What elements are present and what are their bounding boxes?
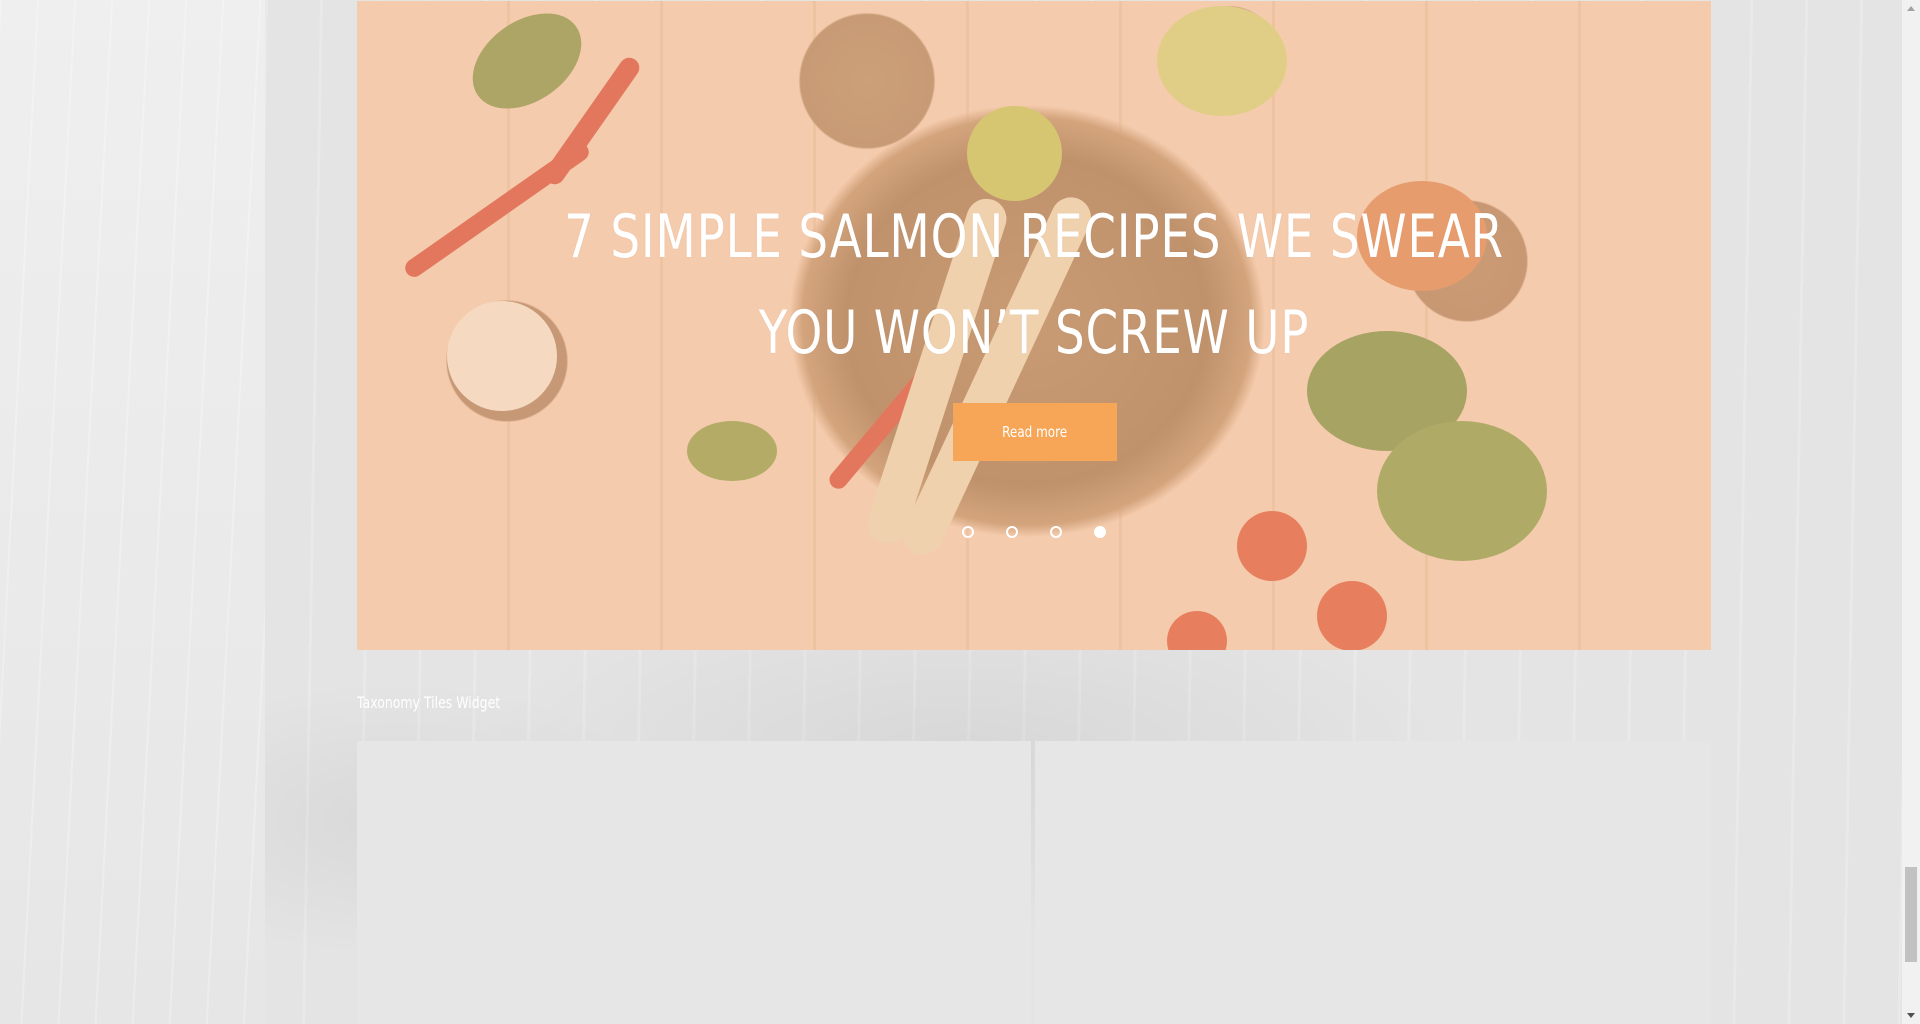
scroll-up-arrow-icon[interactable] (1907, 6, 1915, 11)
slider-dot-4[interactable] (1094, 526, 1106, 538)
taxonomy-tiles (357, 741, 1711, 1024)
read-more-button[interactable]: Read more (953, 403, 1117, 461)
slider-pagination (357, 526, 1711, 538)
hero-slider: 7 SIMPLE SALMON RECIPES WE SWEAR YOU WON… (357, 1, 1711, 650)
vertical-scrollbar[interactable] (1902, 0, 1920, 1024)
slider-dot-2[interactable] (1006, 526, 1018, 538)
slide-title: 7 SIMPLE SALMON RECIPES WE SWEAR YOU WON… (564, 202, 1504, 368)
taxonomy-tile[interactable] (357, 741, 1031, 1024)
taxonomy-tile[interactable] (1035, 741, 1711, 1024)
slider-dot-3[interactable] (1050, 526, 1062, 538)
scroll-down-arrow-icon[interactable] (1907, 1013, 1915, 1018)
read-more-label: Read more (1002, 423, 1068, 441)
slider-dot-1[interactable] (962, 526, 974, 538)
scrollbar-thumb[interactable] (1905, 867, 1917, 962)
widget-title: Taxonomy Tiles Widget (357, 693, 501, 712)
